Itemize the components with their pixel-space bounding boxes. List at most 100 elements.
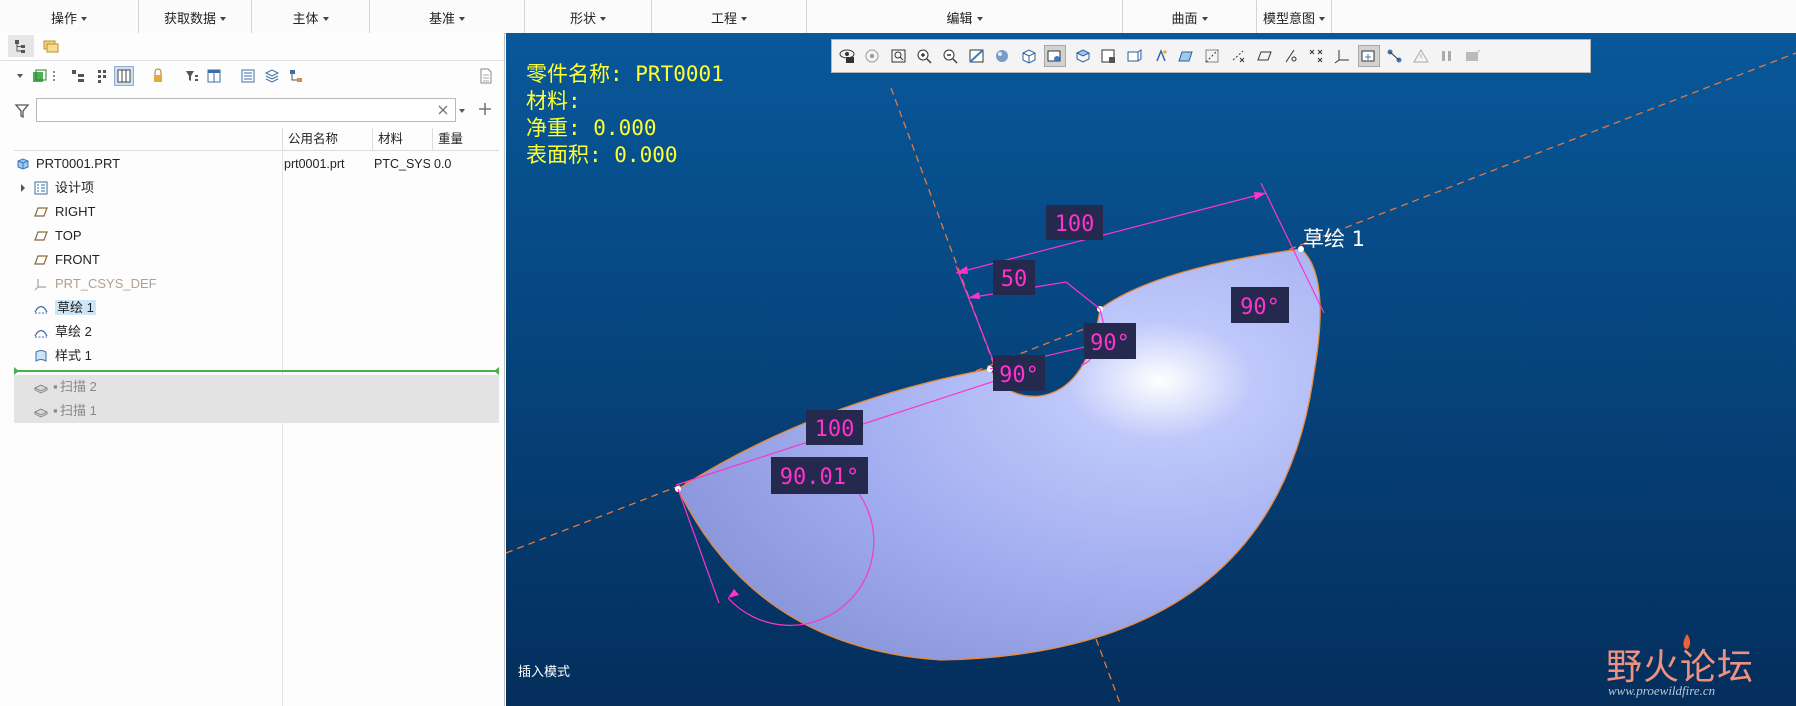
tree-item-front[interactable]: FRONT bbox=[14, 248, 499, 272]
spin-toggle-icon bbox=[1361, 50, 1375, 62]
annotations-button[interactable] bbox=[1150, 45, 1172, 67]
tree-item-right[interactable]: RIGHT bbox=[14, 200, 499, 224]
axis-tag-button[interactable] bbox=[1280, 45, 1302, 67]
tree-filters-icon[interactable] bbox=[92, 66, 112, 86]
ribbon-group-model-intent[interactable]: 模型意图 bbox=[1257, 0, 1332, 33]
tree-item-sweep-2[interactable]: ▪ 扫描 2 bbox=[14, 375, 499, 399]
layers-icon[interactable] bbox=[262, 66, 282, 86]
tree-item-style-1[interactable]: 样式 1 bbox=[14, 344, 499, 368]
more-dots-icon[interactable] bbox=[50, 66, 58, 86]
show-dropdown-caret[interactable] bbox=[14, 66, 26, 86]
zoom-in-button[interactable] bbox=[914, 45, 936, 67]
table-view-icon[interactable] bbox=[204, 66, 224, 86]
repaint-icon bbox=[969, 49, 984, 63]
spin-center-button[interactable] bbox=[1124, 45, 1146, 67]
tree-item-sketch-1[interactable]: 草绘 1 bbox=[14, 296, 499, 320]
saved-orientations-button[interactable] bbox=[1018, 45, 1040, 67]
insert-here-indicator[interactable] bbox=[14, 367, 499, 375]
ribbon-group-datum[interactable]: 基准 bbox=[370, 0, 525, 33]
expand-arrow-icon[interactable] bbox=[20, 184, 26, 192]
zoom-out-button[interactable] bbox=[940, 45, 962, 67]
settings-lock-icon[interactable] bbox=[148, 66, 168, 86]
dimension-d90-right[interactable]: 90° bbox=[1231, 287, 1289, 323]
tree-item-design-items[interactable]: 设计项 bbox=[14, 176, 499, 200]
tree-item-label: 样式 1 bbox=[55, 348, 92, 363]
add-filter-icon[interactable] bbox=[478, 102, 492, 116]
dimension-d100-left[interactable]: 100 bbox=[806, 410, 863, 445]
spin-center-toggle-button[interactable] bbox=[1358, 45, 1380, 67]
clear-search-icon[interactable] bbox=[438, 105, 448, 115]
sketch-icon bbox=[34, 329, 48, 338]
appearance-button[interactable] bbox=[1098, 45, 1120, 67]
axis-tag-icon bbox=[1285, 49, 1297, 63]
list-detail-icon[interactable] bbox=[238, 66, 258, 86]
column-header-common-name[interactable]: 公用名称 bbox=[282, 128, 372, 150]
display-planes-button[interactable] bbox=[1176, 45, 1198, 67]
view-manager-button[interactable] bbox=[836, 45, 858, 67]
ribbon-group-label: 模型意图 bbox=[1262, 11, 1315, 26]
warning-button[interactable] bbox=[1410, 45, 1432, 67]
display-style-button[interactable] bbox=[992, 45, 1014, 67]
resume-button[interactable] bbox=[1462, 45, 1484, 67]
ribbon-group-engineering[interactable]: 工程 bbox=[652, 0, 807, 33]
tree-item-label: 设计项 bbox=[55, 180, 95, 195]
filter-funnel-icon[interactable] bbox=[14, 103, 30, 119]
ribbon-group-shapes[interactable]: 形状 bbox=[525, 0, 652, 33]
tree-item-csys[interactable]: PRT_CSYS_DEF bbox=[14, 272, 499, 296]
navigator-tabs bbox=[0, 33, 504, 61]
dimension-d90-01[interactable]: 90.01° bbox=[771, 457, 868, 494]
repaint-button[interactable] bbox=[966, 45, 988, 67]
root-common-name: prt0001.prt bbox=[284, 157, 345, 171]
show-menu-icon[interactable] bbox=[30, 66, 50, 86]
ribbon-group-label: 操作 bbox=[50, 11, 77, 26]
swept-surface[interactable] bbox=[677, 248, 1321, 661]
plane-display-icon bbox=[1178, 51, 1193, 62]
display-axes-button[interactable] bbox=[1202, 45, 1224, 67]
tree-item-sweep-1[interactable]: ▪ 扫描 1 bbox=[14, 399, 499, 423]
section-button[interactable] bbox=[1072, 45, 1094, 67]
tree-item-top[interactable]: TOP bbox=[14, 224, 499, 248]
tree-root-row[interactable]: PRT0001.PRT prt0001.prt PTC_SYS 0.0 bbox=[14, 152, 499, 176]
view-normal-button[interactable] bbox=[1044, 45, 1066, 67]
tree-search-input[interactable] bbox=[36, 98, 456, 122]
refit-button[interactable] bbox=[888, 45, 910, 67]
dimension-d100-top[interactable]: 100 bbox=[1046, 205, 1103, 240]
model-tree-panel: 公用名称 材料 重量 PRT0001.PRT prt0001.prt PTC_S… bbox=[0, 33, 505, 706]
ribbon-group-body[interactable]: 主体 bbox=[252, 0, 370, 33]
csys-display-button[interactable] bbox=[1332, 45, 1354, 67]
expand-tree-icon[interactable] bbox=[68, 66, 88, 86]
connect-button[interactable] bbox=[1384, 45, 1406, 67]
sweep-icon bbox=[34, 408, 48, 418]
search-dropdown-caret[interactable] bbox=[459, 109, 465, 113]
dimension-d50[interactable]: 50 bbox=[993, 260, 1035, 295]
ribbon-group-label: 获取数据 bbox=[163, 11, 216, 26]
ribbon-group-surfaces[interactable]: 曲面 bbox=[1123, 0, 1257, 33]
dimension-d90-left[interactable]: 90° bbox=[993, 355, 1045, 391]
zoom-in-icon bbox=[917, 49, 932, 64]
sketch-label: 草绘 1 bbox=[1303, 227, 1365, 251]
tree-item-sketch-2[interactable]: 草绘 2 bbox=[14, 320, 499, 344]
dimension-value: 90.01° bbox=[780, 465, 859, 490]
ribbon-group-editing[interactable]: 编辑 bbox=[807, 0, 1123, 33]
dimension-d90-mid[interactable]: 90° bbox=[1084, 323, 1136, 359]
ribbon-group-get-data[interactable]: 获取数据 bbox=[139, 0, 252, 33]
column-header-weight[interactable]: 重量 bbox=[432, 128, 492, 150]
tab-layer-tree[interactable] bbox=[38, 35, 64, 57]
surface-area-line: 表面积: 0.000 bbox=[526, 143, 678, 167]
pause-button[interactable] bbox=[1436, 45, 1458, 67]
saved-views-button[interactable] bbox=[862, 45, 884, 67]
tree-columns-icon[interactable] bbox=[114, 66, 134, 86]
point-tag-button[interactable] bbox=[1306, 45, 1328, 67]
column-header-material[interactable]: 材料 bbox=[372, 128, 432, 150]
filter-features-icon[interactable] bbox=[182, 66, 202, 86]
ribbon-group-operations[interactable]: 操作 bbox=[0, 0, 139, 33]
column-header-tree[interactable] bbox=[14, 128, 282, 150]
watermark-url: www.proewildfire.cn bbox=[1608, 683, 1716, 698]
tree-toolbar bbox=[0, 61, 504, 93]
details-page-icon[interactable] bbox=[476, 66, 496, 86]
graphics-viewport[interactable]: 100 50 90° 90° 90° 100 90.01° 草绘 1 零件名称:… bbox=[506, 33, 1796, 706]
plane-tag-button[interactable] bbox=[1254, 45, 1276, 67]
hierarchy-icon[interactable] bbox=[286, 66, 306, 86]
tab-model-tree[interactable] bbox=[8, 35, 34, 57]
display-points-button[interactable] bbox=[1228, 45, 1250, 67]
